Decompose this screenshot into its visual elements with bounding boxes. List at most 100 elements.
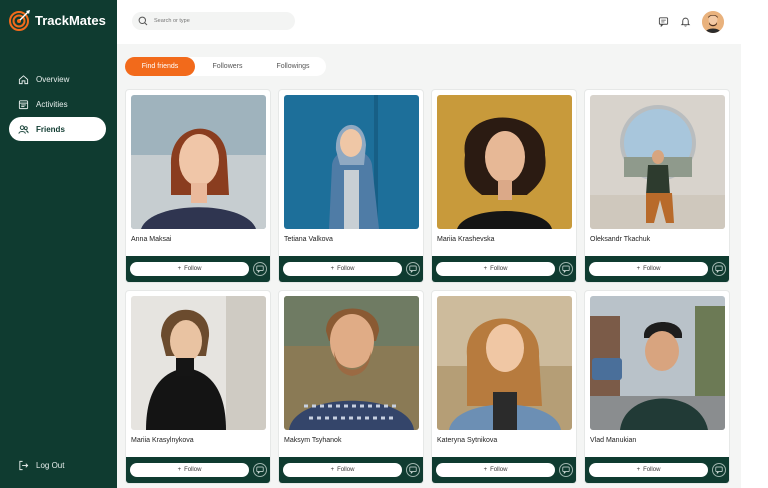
message-button[interactable] — [559, 463, 573, 477]
message-button[interactable] — [406, 262, 420, 276]
top-header — [117, 0, 768, 44]
follow-button[interactable]: + Follow — [589, 262, 708, 276]
chat-icon — [409, 265, 417, 273]
chat-icon — [256, 466, 264, 474]
plus-icon: + — [636, 467, 641, 473]
sidebar-nav: Overview Activities Friends — [9, 67, 106, 142]
sidebar-item-label: Friends — [36, 124, 65, 134]
sidebar: TrackMates Overview Activities Friends L… — [0, 0, 117, 488]
bell-icon[interactable] — [680, 16, 691, 27]
logout-label: Log Out — [36, 461, 65, 470]
logout-icon — [19, 460, 29, 471]
follow-label: Follow — [337, 266, 355, 272]
logo[interactable]: TrackMates — [9, 9, 106, 31]
card-actions: + Follow — [432, 256, 576, 282]
chat-icon — [256, 265, 264, 273]
friend-card: Vlad Manukian + Follow — [584, 290, 730, 484]
follow-button[interactable]: + Follow — [130, 463, 249, 477]
follow-label: Follow — [643, 467, 661, 473]
friend-card: Mariia Krashevska + Follow — [431, 89, 577, 283]
follow-button[interactable]: + Follow — [436, 262, 555, 276]
message-button[interactable] — [559, 262, 573, 276]
friend-name: Maksym Tsyhanok — [284, 437, 342, 444]
friend-name: Tetiana Valkova — [284, 236, 333, 243]
follow-button[interactable]: + Follow — [436, 463, 555, 477]
follow-label: Follow — [184, 467, 202, 473]
friend-card: Kateryna Sytnikova + Follow — [431, 290, 577, 484]
search-bar[interactable] — [132, 12, 295, 30]
friend-name: Oleksandr Tkachuk — [590, 236, 651, 243]
message-button[interactable] — [712, 262, 726, 276]
friend-name: Vlad Manukian — [590, 437, 637, 444]
message-button[interactable] — [406, 463, 420, 477]
chat-icon — [715, 466, 723, 474]
message-button[interactable] — [712, 463, 726, 477]
friend-photo — [131, 296, 266, 430]
sidebar-item-activities[interactable]: Activities — [9, 92, 106, 116]
follow-button[interactable]: + Follow — [589, 463, 708, 477]
friends-icon — [18, 124, 29, 134]
friend-name: Anna Maksai — [131, 236, 172, 243]
card-actions: + Follow — [126, 256, 270, 282]
card-actions: + Follow — [126, 457, 270, 483]
follow-label: Follow — [184, 266, 202, 272]
plus-icon: + — [330, 467, 335, 473]
friend-card: Mariia Krasylnykova + Follow — [125, 290, 271, 484]
sidebar-item-friends[interactable]: Friends — [9, 117, 106, 141]
plus-icon: + — [177, 467, 182, 473]
chat-icon — [409, 466, 417, 474]
friend-name: Kateryna Sytnikova — [437, 437, 498, 444]
card-actions: + Follow — [279, 256, 423, 282]
card-actions: + Follow — [585, 457, 729, 483]
friend-card: Tetiana Valkova + Follow — [278, 89, 424, 283]
app-name: TrackMates — [35, 12, 106, 28]
friend-photo — [284, 95, 419, 229]
follow-label: Follow — [337, 467, 355, 473]
follow-label: Follow — [490, 467, 508, 473]
home-icon — [18, 74, 29, 84]
friend-photo — [590, 296, 725, 430]
tab-find-friends[interactable]: Find friends — [125, 57, 195, 76]
follow-button[interactable]: + Follow — [283, 463, 402, 477]
follow-button[interactable]: + Follow — [283, 262, 402, 276]
friend-photo — [131, 95, 266, 229]
chat-icon — [562, 265, 570, 273]
sidebar-item-label: Activities — [36, 99, 68, 109]
friend-photo — [437, 95, 572, 229]
sidebar-item-label: Overview — [36, 74, 70, 84]
friend-photo — [437, 296, 572, 430]
search-input[interactable] — [154, 18, 284, 24]
follow-label: Follow — [643, 266, 661, 272]
tab-followings[interactable]: Followings — [260, 57, 326, 76]
friend-photo — [284, 296, 419, 430]
sidebar-item-overview[interactable]: Overview — [9, 67, 106, 91]
friends-tabs: Find friends Followers Followings — [125, 57, 326, 76]
message-icon[interactable] — [658, 16, 669, 27]
avatar[interactable] — [702, 11, 724, 33]
plus-icon: + — [483, 266, 488, 272]
friends-grid: Anna Maksai + Follow Tetiana Valkova + Fol… — [125, 89, 730, 484]
chat-icon — [562, 466, 570, 474]
follow-label: Follow — [490, 266, 508, 272]
friend-name: Mariia Krasylnykova — [131, 437, 194, 444]
card-actions: + Follow — [279, 457, 423, 483]
plus-icon: + — [330, 266, 335, 272]
main-content: Find friends Followers Followings Anna M… — [117, 44, 741, 488]
plus-icon: + — [177, 266, 182, 272]
friend-card: Anna Maksai + Follow — [125, 89, 271, 283]
follow-button[interactable]: + Follow — [130, 262, 249, 276]
message-button[interactable] — [253, 262, 267, 276]
search-icon — [138, 16, 148, 26]
plus-icon: + — [483, 467, 488, 473]
chat-icon — [715, 265, 723, 273]
message-button[interactable] — [253, 463, 267, 477]
tab-followers[interactable]: Followers — [195, 57, 260, 76]
plus-icon: + — [636, 266, 641, 272]
friend-card: Oleksandr Tkachuk + Follow — [584, 89, 730, 283]
logout-button[interactable]: Log Out — [18, 460, 64, 471]
friend-photo — [590, 95, 725, 229]
target-logo-icon — [9, 9, 31, 31]
card-actions: + Follow — [432, 457, 576, 483]
friend-name: Mariia Krashevska — [437, 236, 495, 243]
calendar-icon — [18, 99, 29, 109]
